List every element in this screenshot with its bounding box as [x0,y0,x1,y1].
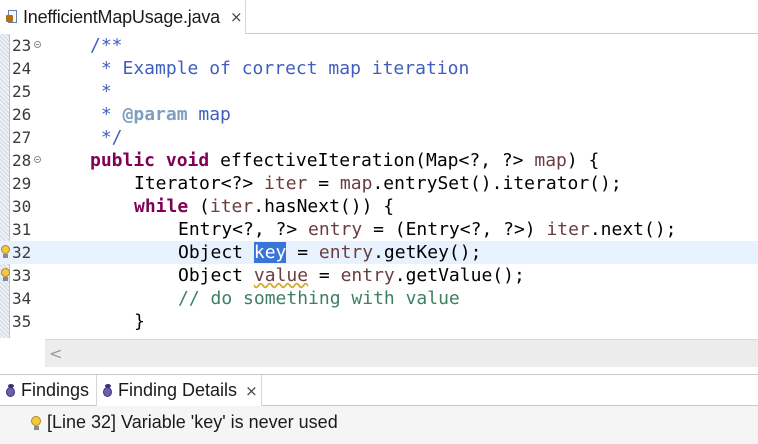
code-line: 33 Object value = entry.getValue(); [0,264,758,287]
warning-bulb-icon [29,415,43,431]
code-text: .hasNext()) { [253,196,395,217]
close-icon[interactable]: × [245,382,258,400]
code-line: 25 * [0,80,758,103]
line-number: 27 [12,128,32,147]
comment-text: * Example of correct map iteration [90,58,470,79]
finding-details-panel: [Line 32] Variable 'key' is never used [0,406,758,444]
line-number: 29 [12,174,32,193]
editor-tab[interactable]: InefficientMapUsage.java × [0,0,246,34]
editor-tab-title: InefficientMapUsage.java [23,6,220,27]
gutter-bottom [0,339,45,367]
scroll-left-icon[interactable]: < [49,344,62,363]
line-number: 34 [12,289,32,308]
line-number: 28 [12,151,32,170]
code-text: = [286,242,319,263]
comment-text: * [90,104,123,125]
code-line: 29 Iterator<?> iter = map.entrySet().ite… [0,172,758,195]
code-text: Entry<?, ?> [178,219,309,240]
comment-text: map [187,104,231,125]
tab-finding-details[interactable]: Finding Details × [96,375,262,406]
code-line: 27 */ [0,126,758,149]
horizontal-scrollbar[interactable]: < [45,339,758,367]
code-line: 34 // do something with value [0,287,758,310]
line-comment: // do something with value [178,288,460,309]
variable: iter [209,196,254,217]
line-number: 35 [12,312,32,331]
comment-text: /** [90,35,123,56]
code-line: 26 * @param map [0,103,758,126]
variable: map [534,150,567,171]
finding-message: [Line 32] Variable 'key' is never used [47,412,338,432]
code-text: ) { [566,150,600,171]
code-text: Object [178,265,254,286]
code-text: .getKey(); [373,242,482,263]
warned-variable[interactable]: value [254,265,308,286]
code-line: 28 public void effectiveIteration(Map<?,… [0,149,758,172]
code-line: 24 * Example of correct map iteration [0,57,758,80]
finding-item[interactable]: [Line 32] Variable 'key' is never used [29,412,338,433]
keyword: while [134,196,189,217]
line-number: 31 [12,220,32,239]
selected-variable[interactable]: key [253,242,287,263]
javadoc-tag: @param [122,104,188,125]
variable: map [339,173,373,194]
code-text: .next(); [589,219,677,240]
code-text: .getValue(); [394,265,525,286]
comment-text: * [90,81,112,102]
variable: iter [264,173,308,194]
comment-text: */ [90,127,123,148]
code-text: } [134,311,145,332]
variable: entry [318,242,374,263]
code-text: = (Entry<?, ?>) [362,219,547,240]
code-text: .entrySet().iterator(); [372,173,622,194]
code-text: Iterator<?> [134,173,265,194]
collapse-icon[interactable] [34,156,41,163]
code-text: effectiveIteration(Map<?, ?> [220,150,535,171]
code-text: = [307,173,340,194]
bug-icon [4,383,18,398]
code-line: 31 Entry<?, ?> entry = (Entry<?, ?>) ite… [0,218,758,241]
variable: entry [308,219,363,240]
bug-icon [101,383,115,398]
warning-marker-icon[interactable] [0,245,11,259]
line-number: 25 [12,82,32,101]
code-line: 30 while (iter.hasNext()) { [0,195,758,218]
tab-finding-details-label: Finding Details [118,380,238,400]
line-number: 30 [12,197,32,216]
line-number: 23 [12,36,32,55]
code-text: = [308,265,341,286]
variable: iter [546,219,590,240]
variable: entry [340,265,395,286]
java-file-icon [6,10,18,24]
keyword: public [90,150,156,171]
code-text: Object [178,242,254,263]
current-code-line: 32 Object key = entry.getKey(); [0,241,758,264]
line-number: 24 [12,59,32,78]
line-number: 26 [12,105,32,124]
code-text: ( [188,196,210,217]
keyword: void [165,150,210,171]
bottom-tabbar: Findings Finding Details × [0,374,758,406]
collapse-icon[interactable] [34,41,41,48]
code-line: 23 /** [0,34,758,57]
tab-findings-label: Findings [21,380,90,400]
close-icon[interactable]: × [230,8,243,26]
warning-marker-icon[interactable] [0,268,11,282]
code-editor[interactable]: 23 /** 24 * Example of correct map itera… [0,34,758,338]
line-number: 32 [12,243,32,262]
tab-findings[interactable]: Findings [4,375,92,406]
line-number: 33 [12,266,32,285]
code-line: 35 } [0,310,758,333]
editor-tabbar: InefficientMapUsage.java × [0,0,758,34]
